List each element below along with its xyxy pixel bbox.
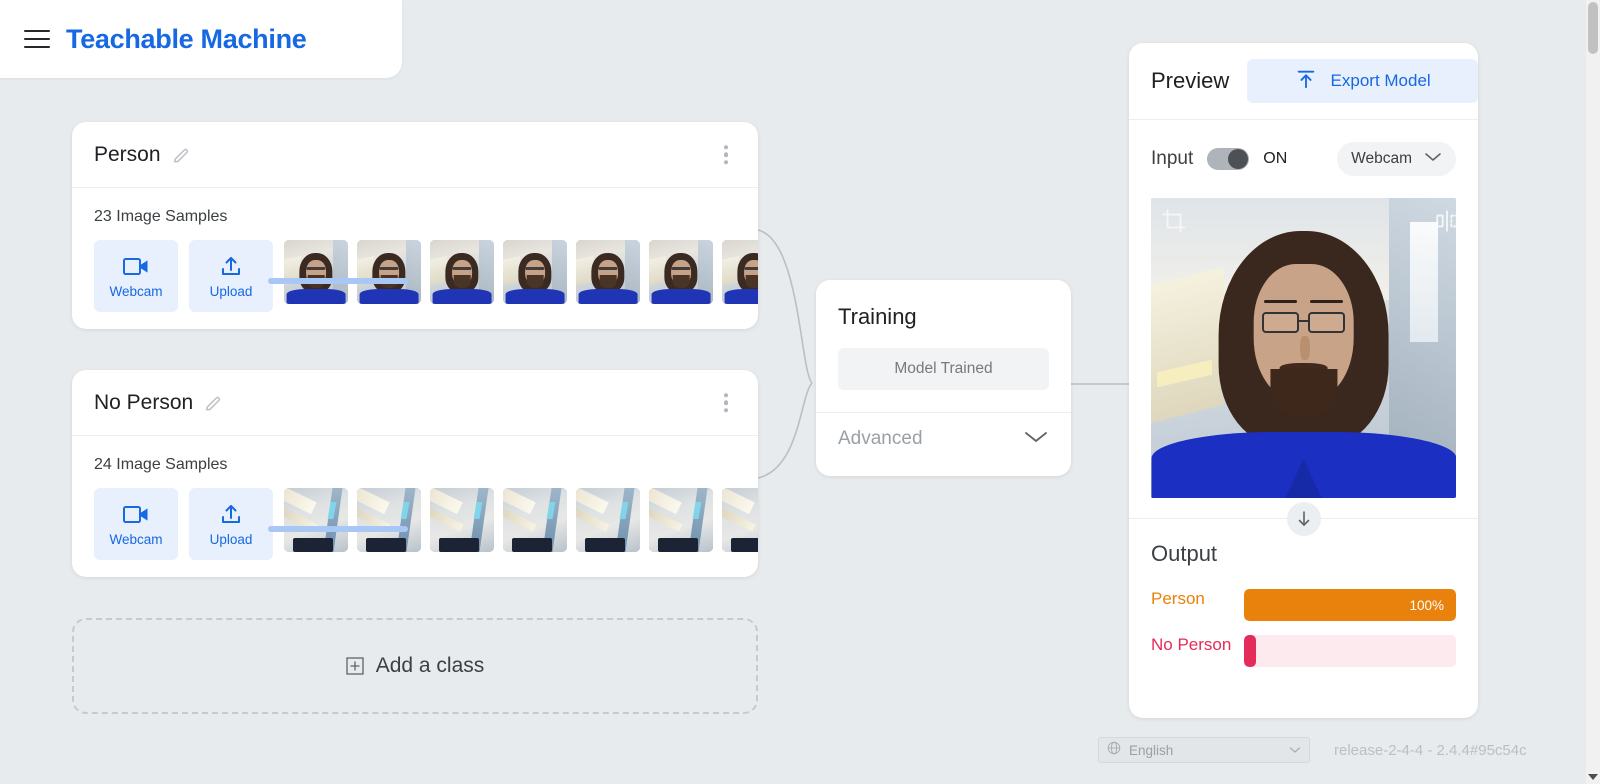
webcam-button-label: Webcam — [109, 532, 162, 547]
thumbnails-scrollbar[interactable] — [268, 278, 688, 284]
upload-button[interactable]: Upload — [189, 488, 273, 560]
scrollbar-down-arrow-icon[interactable] — [1588, 774, 1598, 780]
prediction-row: No Person — [1151, 635, 1456, 667]
class-body: 24 Image Samples Webcam — [72, 436, 758, 560]
webcam-button-label: Webcam — [109, 284, 162, 299]
sample-thumbnail[interactable] — [284, 240, 348, 304]
thumbnails-scrollbar[interactable] — [268, 526, 688, 532]
class-title: Person — [94, 143, 161, 167]
prediction-label: Person — [1151, 589, 1244, 609]
model-trained-button[interactable]: Model Trained — [838, 348, 1049, 390]
upload-to-line-icon — [1295, 68, 1317, 95]
pencil-icon[interactable] — [203, 393, 223, 413]
add-class-button[interactable]: Add a class — [72, 618, 758, 714]
class-card-person: Person 23 Image Samples — [72, 122, 758, 329]
crop-icon[interactable] — [1161, 208, 1187, 239]
sample-row: Webcam Upload — [94, 488, 758, 560]
hamburger-icon[interactable] — [24, 30, 50, 48]
prediction-bar-track: 100% — [1244, 589, 1456, 621]
prediction-bar-fill: 100% — [1244, 589, 1456, 621]
sample-thumbnail[interactable] — [357, 240, 421, 304]
input-label: Input — [1151, 148, 1193, 170]
sample-thumbnail[interactable] — [357, 488, 421, 552]
sample-thumbnail[interactable] — [503, 240, 567, 304]
preview-panel: Preview Export Model Input ON Webcam — [1129, 43, 1478, 718]
preview-title: Preview — [1151, 68, 1229, 94]
training-panel: Training Model Trained Advanced — [816, 280, 1071, 476]
upload-icon — [219, 501, 243, 527]
sample-thumbnails[interactable] — [284, 240, 758, 304]
chevron-down-icon — [1424, 150, 1442, 168]
pencil-icon[interactable] — [171, 145, 191, 165]
input-source-label: Webcam — [1351, 150, 1412, 168]
chevron-down-icon — [1289, 741, 1301, 759]
prediction-value: 100% — [1409, 598, 1444, 613]
sample-thumbnail[interactable] — [430, 488, 494, 552]
globe-icon — [1107, 741, 1121, 760]
add-class-label: Add a class — [376, 654, 485, 678]
sample-thumbnail[interactable] — [649, 240, 713, 304]
video-camera-icon — [123, 501, 149, 527]
page-scrollbar[interactable] — [1586, 0, 1600, 784]
mirror-flip-icon[interactable] — [1434, 208, 1456, 239]
prediction-bar-track — [1244, 635, 1456, 667]
input-row: Input ON Webcam — [1129, 120, 1478, 198]
preview-divider — [1129, 518, 1478, 519]
upload-icon — [219, 253, 243, 279]
sample-thumbnail[interactable] — [576, 488, 640, 552]
class-card-no-person: No Person 24 Image Samples — [72, 370, 758, 577]
sample-thumbnail[interactable] — [649, 488, 713, 552]
sample-thumbnail[interactable] — [503, 488, 567, 552]
output-title: Output — [1151, 541, 1456, 567]
webcam-button[interactable]: Webcam — [94, 240, 178, 312]
language-label: English — [1129, 743, 1173, 758]
export-model-label: Export Model — [1331, 71, 1431, 91]
class-title: No Person — [94, 391, 193, 415]
plus-square-icon — [346, 657, 364, 675]
sample-thumbnail[interactable] — [722, 240, 758, 304]
class-body: 23 Image Samples Webcam — [72, 188, 758, 312]
input-toggle-state: ON — [1263, 150, 1287, 168]
thumbnails-scrollbar-thumb[interactable] — [268, 278, 408, 284]
prediction-label: No Person — [1151, 635, 1244, 655]
video-camera-icon — [123, 253, 149, 279]
version-label: release-2-4-4 - 2.4.4#95c54c — [1334, 742, 1527, 759]
export-model-button[interactable]: Export Model — [1247, 59, 1478, 103]
thumbnails-scrollbar-thumb[interactable] — [268, 526, 408, 532]
app-root: Teachable Machine Person 23 Image Sample… — [0, 0, 1600, 784]
preview-header: Preview Export Model — [1129, 43, 1478, 120]
upload-button[interactable]: Upload — [189, 240, 273, 312]
advanced-label: Advanced — [838, 428, 923, 450]
sample-count-label: 23 Image Samples — [94, 208, 758, 226]
prediction-bar-fill — [1244, 635, 1256, 667]
webcam-button[interactable]: Webcam — [94, 488, 178, 560]
sample-row: Webcam Upload — [94, 240, 758, 312]
class-menu-button[interactable] — [720, 389, 733, 417]
upload-button-label: Upload — [210, 532, 253, 547]
class-header: Person — [72, 122, 758, 188]
sample-thumbnail[interactable] — [284, 488, 348, 552]
language-select[interactable]: English — [1098, 737, 1310, 763]
scroll-down-button[interactable] — [1287, 502, 1321, 536]
sample-thumbnail[interactable] — [430, 240, 494, 304]
advanced-toggle[interactable]: Advanced — [816, 413, 1071, 465]
class-menu-button[interactable] — [720, 141, 733, 169]
webcam-preview[interactable] — [1151, 198, 1456, 498]
input-source-select[interactable]: Webcam — [1337, 142, 1456, 176]
training-title: Training — [816, 280, 1071, 330]
app-title: Teachable Machine — [66, 24, 306, 55]
input-toggle[interactable] — [1207, 148, 1249, 170]
chevron-down-icon — [1023, 429, 1049, 450]
prediction-row: Person 100% — [1151, 589, 1456, 621]
output-section: Output Person 100% No Person — [1129, 519, 1478, 667]
sample-thumbnail[interactable] — [576, 240, 640, 304]
app-header: Teachable Machine — [0, 0, 402, 78]
sample-thumbnails[interactable] — [284, 488, 758, 552]
page-scrollbar-thumb[interactable] — [1588, 2, 1598, 54]
sample-count-label: 24 Image Samples — [94, 456, 758, 474]
upload-button-label: Upload — [210, 284, 253, 299]
sample-thumbnail[interactable] — [722, 488, 758, 552]
footer: English release-2-4-4 - 2.4.4#95c54c — [1098, 737, 1527, 763]
class-header: No Person — [72, 370, 758, 436]
